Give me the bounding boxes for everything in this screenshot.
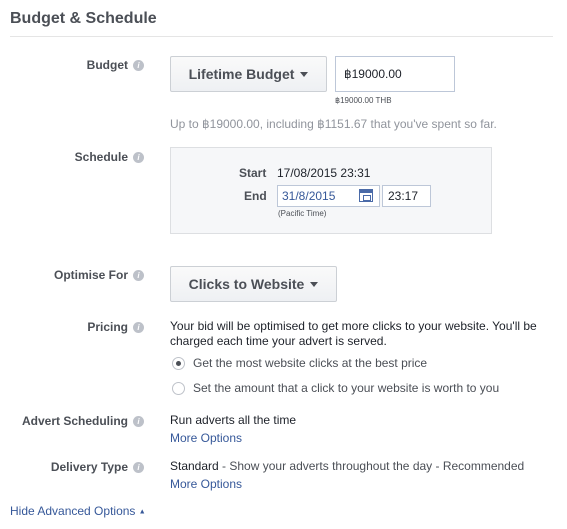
calendar-icon[interactable] xyxy=(359,189,373,202)
section-title: Budget & Schedule xyxy=(10,10,157,27)
advert-scheduling-value: Run adverts all the time xyxy=(170,413,297,427)
chevron-up-icon: ▲ xyxy=(138,508,146,516)
info-icon[interactable]: i xyxy=(133,321,144,333)
pricing-option-label-1[interactable]: Get the most website clicks at the best … xyxy=(193,356,427,370)
pricing-option-radio-1[interactable] xyxy=(172,357,185,370)
info-icon[interactable]: i xyxy=(133,151,144,163)
advert-scheduling-label: Advert Scheduling xyxy=(21,414,128,428)
budget-amount-input[interactable]: ฿19000.00 xyxy=(335,56,455,92)
optimise-dropdown[interactable]: Clicks to Website xyxy=(170,266,337,302)
advert-scheduling-label-row: Advert Scheduling i xyxy=(22,414,144,428)
pricing-option-label-2[interactable]: Set the amount that a click to your webs… xyxy=(193,381,499,395)
chevron-down-icon xyxy=(310,281,319,287)
info-icon[interactable]: i xyxy=(133,461,144,473)
delivery-label: Delivery Type xyxy=(50,460,128,474)
delivery-label-row: Delivery Type i xyxy=(51,460,144,474)
advert-scheduling-more-link[interactable]: More Options xyxy=(170,431,242,445)
delivery-value: Standard - Show your adverts throughout … xyxy=(170,458,524,474)
info-icon[interactable]: i xyxy=(133,269,144,281)
optimise-label-row: Optimise For i xyxy=(54,268,144,282)
budget-label: Budget xyxy=(86,58,128,72)
budget-type-label: Lifetime Budget xyxy=(188,66,295,82)
delivery-value-rest: - Show your adverts throughout the day -… xyxy=(218,459,525,473)
schedule-label-row: Schedule i xyxy=(75,150,144,164)
info-icon[interactable]: i xyxy=(133,415,144,427)
optimise-value: Clicks to Website xyxy=(188,276,305,292)
delivery-value-strong: Standard xyxy=(170,459,219,473)
pricing-description-line1: Your bid will be optimised to get more c… xyxy=(170,319,537,333)
hide-advanced-link[interactable]: Hide Advanced Options ▲ xyxy=(10,504,146,518)
end-time-input[interactable]: 23:17 xyxy=(382,185,431,207)
budget-label-row: Budget i xyxy=(87,58,144,72)
optimise-label: Optimise For xyxy=(53,268,128,282)
pricing-label-row: Pricing i xyxy=(87,320,144,334)
pricing-label: Pricing xyxy=(87,320,128,334)
timezone-note: (Pacific Time) xyxy=(278,209,327,218)
hide-advanced-label: Hide Advanced Options xyxy=(10,504,136,518)
end-date-value: 31/8/2015 xyxy=(282,189,336,203)
budget-type-dropdown[interactable]: Lifetime Budget xyxy=(170,56,327,92)
budget-currency-note: ฿19000.00 THB xyxy=(335,96,392,105)
info-icon[interactable]: i xyxy=(133,59,144,71)
chevron-down-icon xyxy=(300,71,309,77)
end-time-value: 23:17 xyxy=(388,189,419,203)
start-label: Start xyxy=(239,166,267,180)
start-datetime: 17/08/2015 23:31 xyxy=(277,166,371,180)
end-label: End xyxy=(244,189,267,203)
budget-amount-value: ฿19000.00 xyxy=(344,67,402,81)
budget-summary: Up to ฿19000.00, including ฿1151.67 that… xyxy=(170,117,497,131)
title-divider xyxy=(10,36,553,37)
schedule-panel: Start 17/08/2015 23:31 End 31/8/2015 23:… xyxy=(170,147,492,234)
schedule-label: Schedule xyxy=(74,150,128,164)
pricing-description-line2: charged each time your advert is served. xyxy=(170,334,387,348)
delivery-more-link[interactable]: More Options xyxy=(170,477,242,491)
pricing-option-radio-2[interactable] xyxy=(172,382,185,395)
